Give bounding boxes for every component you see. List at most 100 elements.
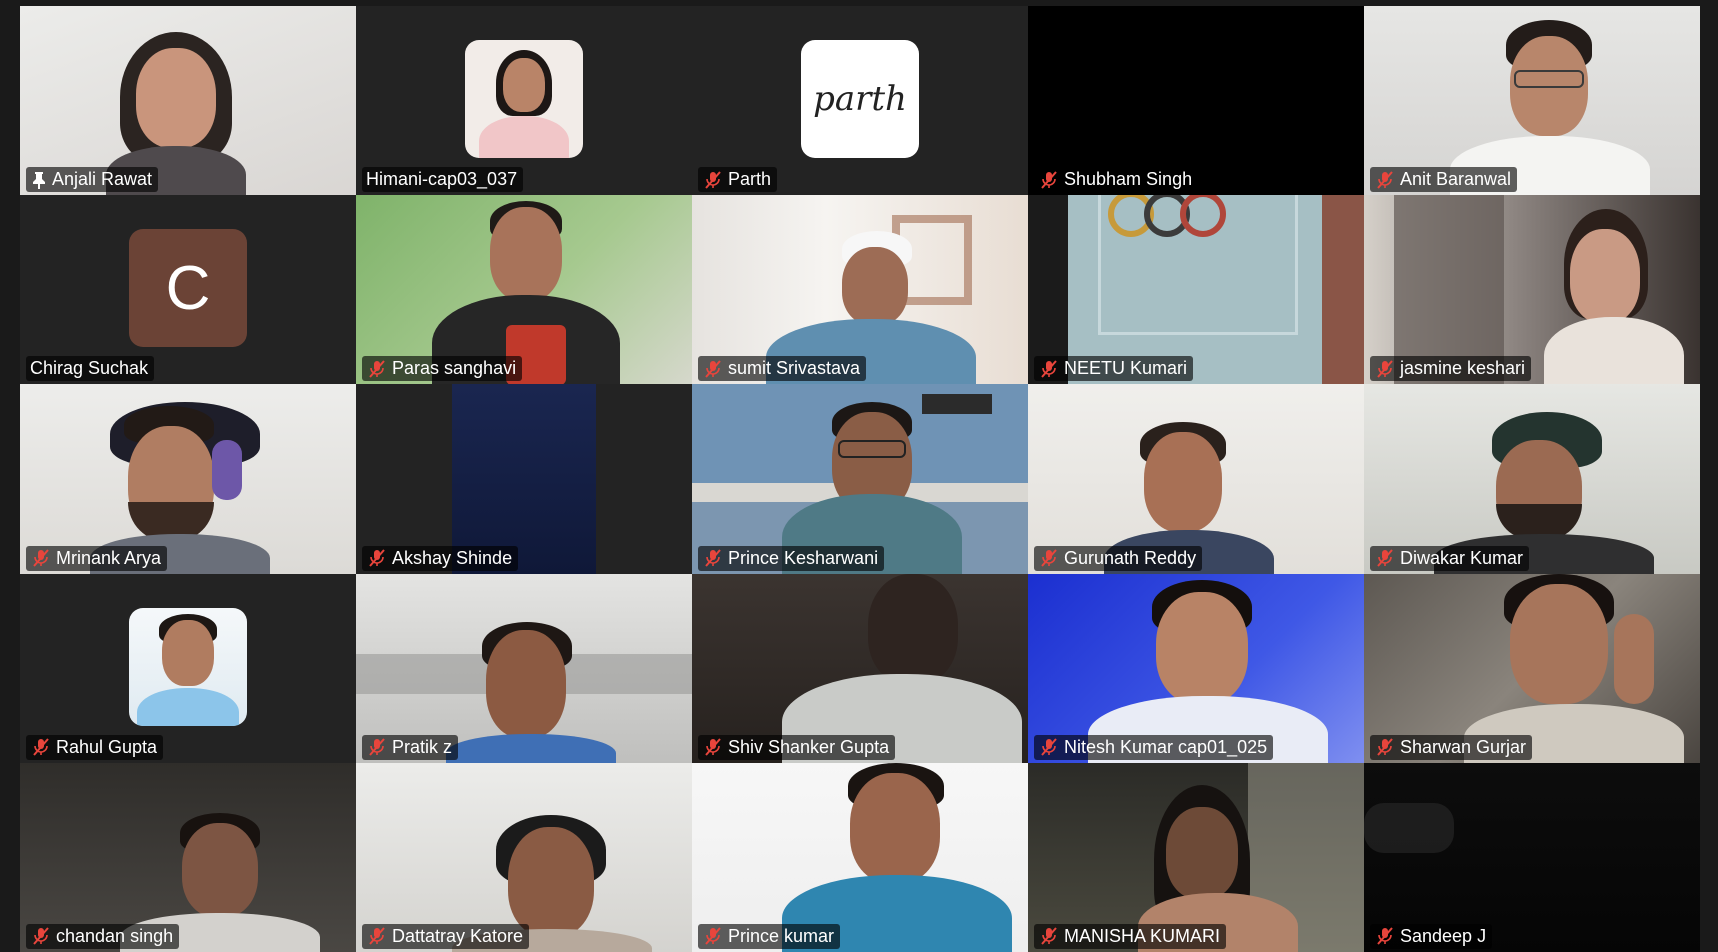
participant-tile[interactable]: Prince Kesharwani bbox=[692, 384, 1028, 574]
mic-muted-icon bbox=[1377, 738, 1393, 756]
participant-name-tag: NEETU Kumari bbox=[1034, 356, 1194, 382]
participant-name-tag: MANISHA KUMARI bbox=[1034, 923, 1227, 949]
participant-name: Mrinank Arya bbox=[56, 547, 162, 568]
participant-name-tag: Dattatray Katore bbox=[362, 923, 530, 949]
mic-muted-icon bbox=[33, 927, 49, 946]
participant-name-tag: sumit Srivastava bbox=[698, 356, 867, 382]
participant-name-tag: Anjali Rawat bbox=[26, 167, 159, 193]
participant-name: Pratik z bbox=[392, 736, 453, 757]
participant-name: Akshay Shinde bbox=[392, 547, 513, 568]
mic-muted-icon bbox=[705, 360, 721, 378]
participant-name-tag: Shiv Shanker Gupta bbox=[698, 734, 896, 760]
participant-name: Parth bbox=[728, 169, 772, 190]
mic-muted-icon bbox=[1377, 927, 1393, 946]
participant-tile[interactable]: Nitesh Kumar cap01_025 bbox=[1028, 573, 1364, 763]
profile-logo: parth bbox=[801, 40, 919, 158]
participant-name: Paras sanghavi bbox=[392, 358, 517, 379]
participant-name-tag: Rahul Gupta bbox=[26, 734, 164, 760]
participant-tile[interactable]: Sandeep J bbox=[1364, 762, 1700, 952]
participant-name: Dattatray Katore bbox=[392, 925, 524, 946]
mic-muted-icon bbox=[1041, 171, 1057, 189]
participant-name-tag: Prince kumar bbox=[698, 923, 841, 949]
participant-tile[interactable]: jasmine keshari bbox=[1364, 195, 1700, 385]
participant-tile[interactable]: Anjali Rawat bbox=[20, 6, 356, 196]
mic-muted-icon bbox=[369, 738, 385, 756]
participant-name: Gurunath Reddy bbox=[1064, 547, 1197, 568]
mic-muted-icon bbox=[33, 738, 49, 756]
participant-name: Anit Baranwal bbox=[1400, 169, 1512, 190]
pin-icon bbox=[33, 171, 45, 189]
participant-tile[interactable]: parth Parth bbox=[692, 6, 1028, 196]
profile-photo bbox=[129, 607, 247, 726]
video-gallery: Anjali Rawat Himani-cap03_037 parth Part… bbox=[20, 6, 1700, 952]
mic-muted-icon bbox=[369, 360, 385, 378]
participant-name-tag: Sharwan Gurjar bbox=[1370, 734, 1533, 760]
participant-tile[interactable]: Sharwan Gurjar bbox=[1364, 573, 1700, 763]
participant-tile[interactable]: Diwakar Kumar bbox=[1364, 384, 1700, 574]
mic-muted-icon bbox=[1377, 360, 1393, 378]
mic-muted-icon bbox=[1041, 549, 1057, 567]
participant-tile[interactable]: Mrinank Arya bbox=[20, 384, 356, 574]
participant-name: chandan singh bbox=[56, 925, 174, 946]
participant-name-tag: Gurunath Reddy bbox=[1034, 545, 1203, 571]
avatar: C bbox=[129, 229, 247, 348]
participant-name-tag: chandan singh bbox=[26, 923, 180, 949]
participant-name: Prince Kesharwani bbox=[728, 547, 879, 568]
participant-name-tag: jasmine keshari bbox=[1370, 356, 1532, 382]
participant-tile[interactable]: Rahul Gupta bbox=[20, 573, 356, 763]
participant-name: sumit Srivastava bbox=[728, 358, 861, 379]
participant-tile[interactable]: Shubham Singh bbox=[1028, 6, 1364, 196]
participant-name-tag: Mrinank Arya bbox=[26, 545, 168, 571]
participant-tile[interactable]: Akshay Shinde bbox=[356, 384, 692, 574]
participant-tile[interactable]: Shiv Shanker Gupta bbox=[692, 573, 1028, 763]
mic-muted-icon bbox=[1041, 927, 1057, 946]
mic-muted-icon bbox=[369, 927, 385, 946]
participant-tile[interactable]: Gurunath Reddy bbox=[1028, 384, 1364, 574]
participant-name: Himani-cap03_037 bbox=[366, 169, 518, 190]
mic-muted-icon bbox=[1377, 171, 1393, 189]
participant-name-tag: Nitesh Kumar cap01_025 bbox=[1034, 734, 1274, 760]
profile-photo bbox=[465, 40, 583, 158]
mic-muted-icon bbox=[705, 927, 721, 946]
participant-name-tag: Akshay Shinde bbox=[362, 545, 519, 571]
participant-tile[interactable]: Himani-cap03_037 bbox=[356, 6, 692, 196]
participant-name: Chirag Suchak bbox=[30, 358, 149, 379]
participant-name: Shiv Shanker Gupta bbox=[728, 736, 890, 757]
participant-tile[interactable]: chandan singh bbox=[20, 762, 356, 952]
participant-name: Anjali Rawat bbox=[52, 169, 153, 190]
participant-tile[interactable]: sumit Srivastava bbox=[692, 195, 1028, 385]
mic-muted-icon bbox=[705, 549, 721, 567]
participant-name-tag: Prince Kesharwani bbox=[698, 545, 885, 571]
mic-muted-icon bbox=[369, 549, 385, 567]
participant-name: Sandeep J bbox=[1400, 925, 1487, 946]
glasses bbox=[838, 440, 906, 459]
glasses bbox=[1514, 70, 1584, 88]
participant-name: Shubham Singh bbox=[1064, 169, 1193, 190]
participant-name-tag: Parth bbox=[698, 167, 778, 193]
participant-name-tag: Chirag Suchak bbox=[26, 356, 155, 382]
participant-tile-active-speaker[interactable]: C Chirag Suchak bbox=[20, 195, 356, 385]
mic-muted-icon bbox=[705, 738, 721, 756]
participant-tile[interactable]: Pratik z bbox=[356, 573, 692, 763]
participant-tile[interactable]: Prince kumar bbox=[692, 762, 1028, 952]
participant-name-tag: Anit Baranwal bbox=[1370, 167, 1518, 193]
participant-name: Sharwan Gurjar bbox=[1400, 736, 1527, 757]
participant-tile[interactable]: Anit Baranwal bbox=[1364, 6, 1700, 196]
participant-name-tag: Himani-cap03_037 bbox=[362, 167, 524, 193]
participant-name-tag: Sandeep J bbox=[1370, 923, 1493, 949]
participant-name-tag: Shubham Singh bbox=[1034, 167, 1199, 193]
participant-name-tag: Pratik z bbox=[362, 734, 459, 760]
participant-name: Diwakar Kumar bbox=[1400, 547, 1524, 568]
participant-tile[interactable]: Paras sanghavi bbox=[356, 195, 692, 385]
participant-tile[interactable]: MANISHA KUMARI bbox=[1028, 762, 1364, 952]
participant-name: MANISHA KUMARI bbox=[1064, 925, 1221, 946]
participant-name: NEETU Kumari bbox=[1064, 358, 1188, 379]
mic-muted-icon bbox=[33, 549, 49, 567]
participant-tile[interactable]: NEETU Kumari bbox=[1028, 195, 1364, 385]
participant-name-tag: Paras sanghavi bbox=[362, 356, 523, 382]
mic-muted-icon bbox=[705, 171, 721, 189]
mic-muted-icon bbox=[1041, 738, 1057, 756]
participant-name: Nitesh Kumar cap01_025 bbox=[1064, 736, 1268, 757]
participant-name-tag: Diwakar Kumar bbox=[1370, 545, 1530, 571]
participant-tile[interactable]: Dattatray Katore bbox=[356, 762, 692, 952]
